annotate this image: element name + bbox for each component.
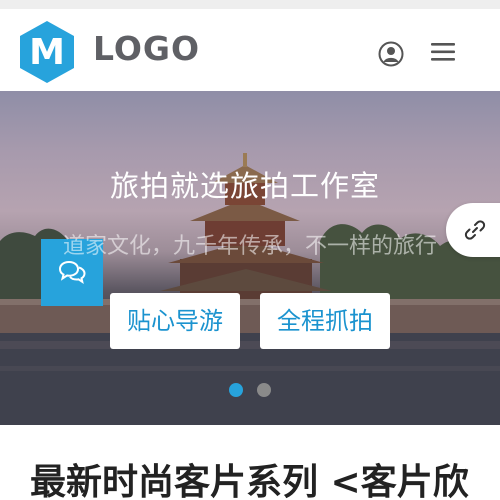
- full-photo-button[interactable]: 全程抓拍: [260, 293, 390, 349]
- site-header: M LOGO: [0, 9, 500, 91]
- top-status-strip: [0, 0, 500, 9]
- chat-bubbles-icon: [58, 260, 86, 284]
- hero-title: 旅拍就选旅拍工作室: [110, 169, 381, 203]
- section-title: 最新时尚客片系列 <客片欣: [30, 462, 469, 500]
- logo-hexagon-icon[interactable]: M: [17, 19, 77, 85]
- guide-button[interactable]: 贴心导游: [110, 293, 240, 349]
- logo-letter: M: [29, 32, 65, 73]
- share-link-button[interactable]: [446, 203, 500, 257]
- hero-subtitle: 道家文化，九千年传承，不一样的旅行: [62, 234, 437, 259]
- carousel-dot-1-active[interactable]: [229, 383, 243, 397]
- link-icon: [464, 220, 486, 240]
- hamburger-menu-icon[interactable]: [430, 41, 456, 63]
- carousel-dot-2[interactable]: [257, 383, 271, 397]
- user-circle-icon[interactable]: [378, 41, 404, 67]
- logo-text[interactable]: LOGO: [93, 27, 200, 71]
